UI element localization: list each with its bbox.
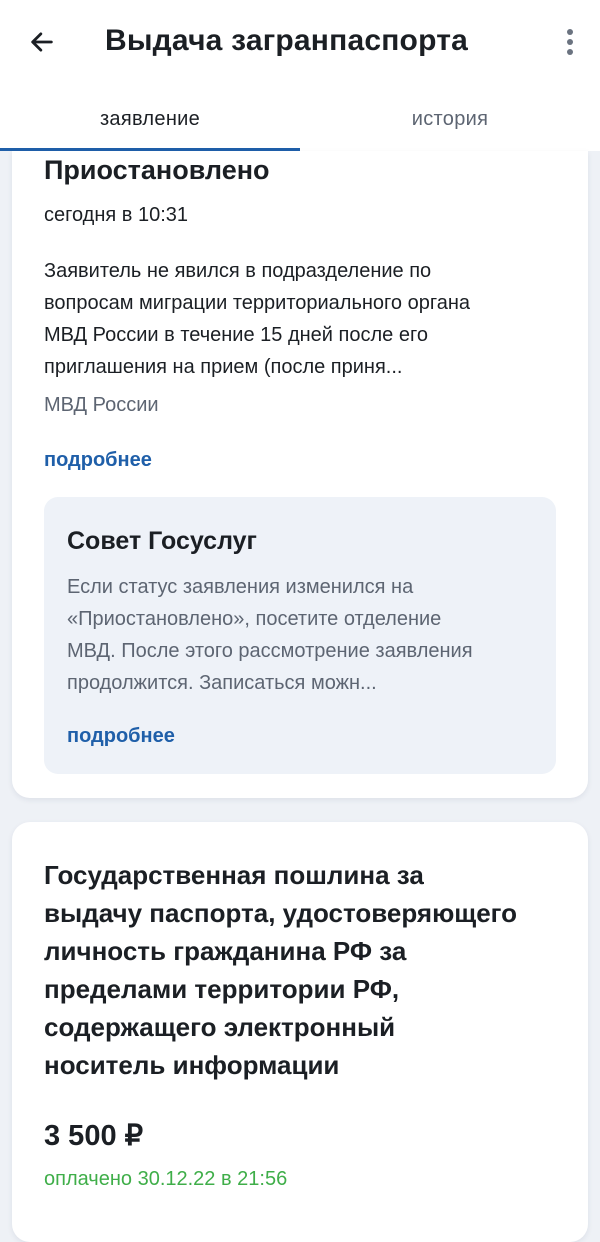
status-description-line: Заявитель не явился в подразделение по — [44, 260, 432, 282]
advice-text-line: Если статус заявления изменился на — [67, 576, 414, 598]
status-description-line: вопросам миграции территориального орган… — [44, 292, 470, 314]
advice-more-link[interactable]: подробнее — [67, 725, 175, 748]
status-description-line: МВД России в течение 15 дней после его — [44, 324, 428, 346]
fee-amount: 3 500 ₽ — [44, 1120, 144, 1152]
status-title: Приостановлено — [44, 155, 270, 185]
fee-title-line: Государственная пошлина за — [44, 860, 424, 890]
status-card: Приостановлено сегодня в 10:31 Заявитель… — [12, 151, 588, 798]
page-title: Выдача загранпаспорта — [105, 24, 468, 57]
fee-title-line: носитель информации — [44, 1050, 340, 1080]
fee-title-line: личность гражданина РФ за — [44, 936, 407, 966]
fee-title-line: пределами территории РФ, — [44, 974, 400, 1004]
status-organization: МВД России — [44, 394, 159, 416]
advice-text-line: «Приостановлено», посетите отделение — [67, 608, 442, 630]
fee-payment-status: оплачено 30.12.22 в 21:56 — [44, 1168, 288, 1190]
advice-text-line: продолжится. Записаться можн... — [67, 672, 377, 694]
status-more-link[interactable]: подробнее — [44, 449, 152, 472]
status-timestamp: сегодня в 10:31 — [44, 204, 188, 226]
more-menu-button[interactable] — [558, 22, 582, 62]
tab-application-label: заявление — [99, 108, 201, 130]
app-bar: Выдача загранпаспорта — [0, 0, 600, 88]
status-description: Заявитель не явился в подразделение по в… — [44, 255, 564, 383]
advice-block: Совет Госуслуг Если статус заявления изм… — [44, 497, 556, 774]
back-button[interactable] — [22, 22, 62, 62]
more-vertical-icon — [567, 29, 573, 55]
advice-title: Совет Госуслуг — [67, 527, 257, 555]
fee-title-line: содержащего электронный — [44, 1012, 396, 1042]
advice-text-line: МВД. После этого рассмотрение заявления — [67, 640, 473, 662]
fee-title-line: выдачу паспорта, удостоверяющего — [44, 898, 518, 928]
tab-history-label: история — [411, 108, 489, 130]
arrow-left-icon — [31, 32, 53, 52]
fee-card: Государственная пошлина за выдачу паспор… — [12, 822, 588, 1242]
tab-application[interactable]: заявление — [0, 88, 300, 151]
tab-history[interactable]: история — [300, 88, 600, 151]
fee-title: Государственная пошлина за выдачу паспор… — [44, 856, 569, 1084]
tab-bar: заявление история — [0, 88, 600, 151]
advice-text: Если статус заявления изменился на «Прио… — [67, 571, 547, 699]
status-description-line: приглашения на прием (после приня... — [44, 356, 403, 378]
